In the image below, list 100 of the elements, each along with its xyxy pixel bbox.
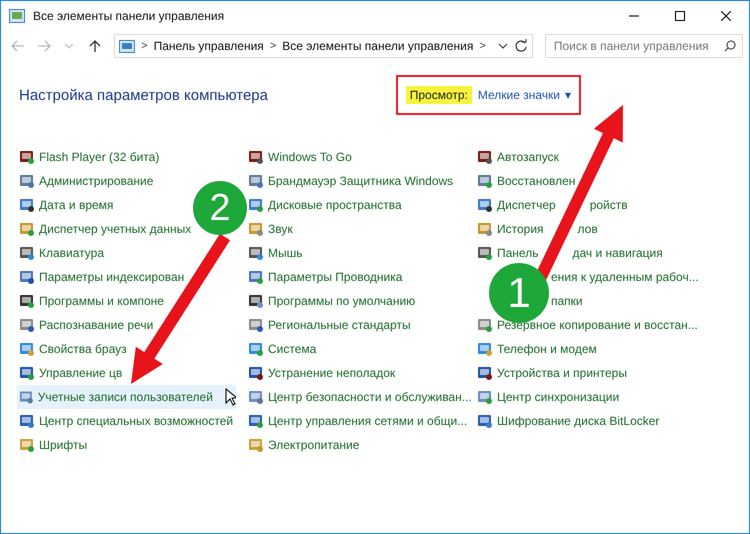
applet-link[interactable]: Звук: [268, 222, 293, 236]
applet-icon: [19, 365, 35, 381]
breadcrumb[interactable]: Панель управления: [154, 39, 264, 53]
applet-link[interactable]: Центр безопасности и обслуживан...: [268, 390, 472, 404]
applet-icon: [19, 437, 35, 453]
applet-icon: [248, 149, 264, 165]
applet-link[interactable]: Свойства брауз: [39, 342, 127, 356]
applet-icon: [19, 341, 35, 357]
breadcrumb-separator: >: [141, 40, 148, 52]
breadcrumb-separator: >: [270, 40, 276, 52]
step-number: 2: [193, 181, 247, 235]
applet-link[interactable]: Параметры индексирован: [39, 270, 184, 284]
applet-link[interactable]: Автозапуск: [497, 150, 559, 164]
applet-link[interactable]: Распознавание речи: [39, 318, 154, 332]
applet-link[interactable]: Диспетчер учетных данных: [39, 222, 192, 236]
dropdown-icon[interactable]: [498, 43, 508, 49]
applet-icon: [19, 293, 35, 309]
applet-link[interactable]: ройств: [590, 198, 628, 212]
applet-link[interactable]: Восстановлен: [497, 174, 576, 188]
view-dropdown[interactable]: Мелкие значки ▾: [478, 88, 571, 102]
applet-icon: [248, 293, 264, 309]
applet-icon: [19, 389, 34, 405]
applet-link[interactable]: Программы и компоне: [39, 294, 164, 308]
close-icon: [721, 11, 731, 21]
applet-icon: [248, 197, 264, 213]
applet-link[interactable]: Параметры Проводника: [268, 270, 402, 284]
applet-link[interactable]: Региональные стандарты: [268, 318, 411, 332]
applet-icon: [19, 149, 35, 165]
applet-link[interactable]: Диспетчер: [497, 198, 556, 212]
applet-icon: [477, 197, 493, 213]
applet-link[interactable]: Центр синхронизации: [497, 390, 620, 404]
back-arrow-icon: [10, 40, 25, 52]
selected-row-highlight[interactable]: Учетные записи пользователей: [17, 385, 236, 409]
applet-link[interactable]: лов: [578, 222, 598, 236]
applet-icon: [248, 341, 264, 357]
search-icon: [724, 40, 736, 52]
applet-link[interactable]: Шифрование диска BitLocker: [497, 414, 660, 428]
window-title: Все элементы панели управления: [33, 9, 226, 23]
applet-icon: [477, 365, 493, 381]
applet-link[interactable]: Телефон и модем: [497, 342, 597, 356]
applet-link[interactable]: Электропитание: [268, 438, 360, 452]
applet-icon: [248, 245, 264, 261]
applet-icon: [19, 413, 35, 429]
applet-icon: [19, 173, 35, 189]
applet-link[interactable]: Клавиатура: [39, 246, 104, 260]
applet-link[interactable]: Панель: [497, 246, 538, 260]
view-label: Просмотр:: [406, 86, 472, 104]
applet-icon: [477, 413, 493, 429]
applet-link[interactable]: Брандмауэр Защитника Windows: [268, 174, 454, 188]
applet-icon: [248, 413, 264, 429]
applet-icon: [477, 245, 493, 261]
applet-link[interactable]: Управление цв: [39, 366, 122, 380]
applet-icon: [248, 437, 264, 453]
applet-link[interactable]: Flash Player (32 бита): [39, 150, 160, 164]
applet-icon: [19, 197, 35, 213]
refresh-icon[interactable]: [514, 39, 528, 53]
control-panel-icon: [9, 9, 25, 23]
applet-icon: [248, 269, 264, 285]
applet-icon: [19, 269, 35, 285]
applet-link[interactable]: Система: [268, 342, 316, 356]
forward-arrow-icon: [36, 40, 51, 52]
control-panel-icon: [119, 40, 136, 52]
page-heading: Настройка параметров компьютера: [19, 86, 268, 104]
applet-icon: [19, 317, 35, 333]
address-bar[interactable]: > Панель управления > Все элементы панели управления >: [114, 34, 533, 58]
applet-link[interactable]: Центр специальных возможностей: [39, 414, 234, 428]
applet-link[interactable]: Устройства и принтеры: [497, 366, 627, 380]
applet-link[interactable]: ения к удаленным рабоч...: [551, 270, 699, 284]
applet-link[interactable]: Учетные записи пользователей: [38, 390, 213, 404]
applet-icon: [19, 245, 35, 261]
applet-link[interactable]: Устранение неполадок: [268, 366, 396, 380]
breadcrumb-separator: >: [479, 40, 486, 52]
applet-icon: [19, 221, 35, 237]
applet-link[interactable]: Дата и время: [39, 198, 114, 212]
up-arrow-icon: [89, 39, 102, 53]
applet-icon: [477, 149, 493, 165]
mouse-pointer-icon: [224, 388, 236, 406]
chevron-down-icon: [65, 43, 74, 49]
applet-icon: [477, 389, 493, 405]
applet-icon: [248, 365, 264, 381]
applet-link[interactable]: Шрифты: [39, 438, 88, 452]
applet-icon: [248, 389, 264, 405]
maximize-icon: [675, 11, 685, 21]
applet-icon: [477, 221, 493, 237]
applet-icon: [477, 341, 493, 357]
applet-link[interactable]: Администрирование: [39, 174, 154, 188]
search-field[interactable]: Поиск в панели управления: [544, 34, 743, 58]
applet-link[interactable]: История: [497, 222, 544, 236]
applet-link[interactable]: Windows To Go: [268, 150, 352, 164]
breadcrumb[interactable]: Все элементы панели управления: [282, 39, 474, 53]
applet-link[interactable]: Мышь: [268, 246, 302, 260]
applet-link[interactable]: папки: [551, 294, 583, 308]
applet-icon: [477, 317, 493, 333]
applet-link[interactable]: Программы по умолчанию: [268, 294, 416, 308]
applet-link[interactable]: Центр управления сетями и общи...: [268, 414, 468, 428]
applet-icon: [248, 173, 264, 189]
applet-link[interactable]: Дисковые пространства: [268, 198, 402, 212]
applet-icon: [477, 173, 493, 189]
applet-link[interactable]: дач и навигация: [572, 246, 663, 260]
applet-icon: [248, 221, 264, 237]
